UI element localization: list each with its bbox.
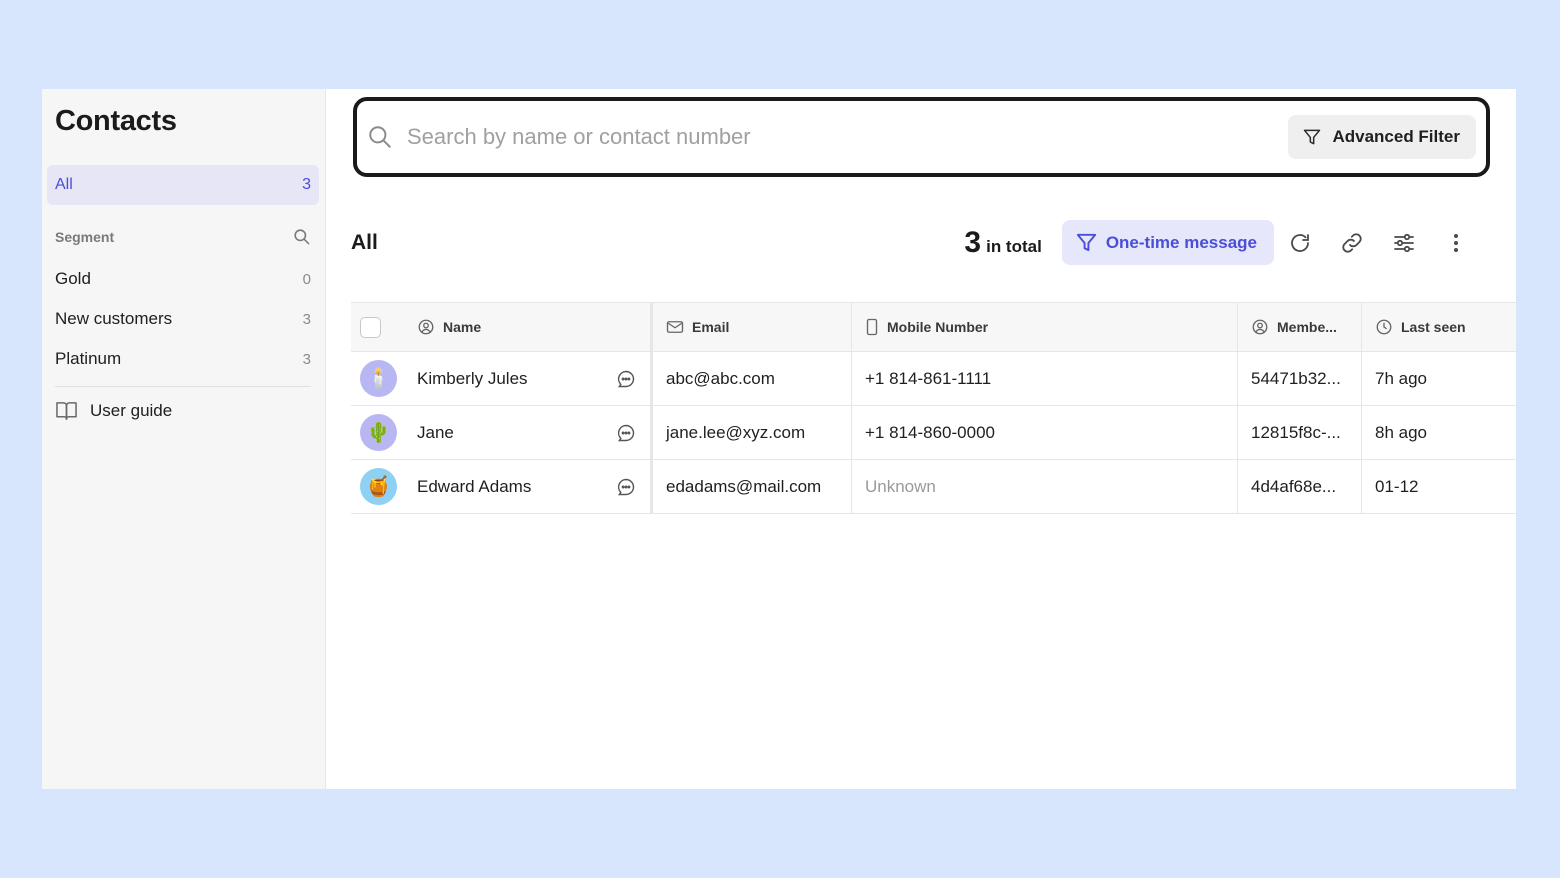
search-bar: Advanced Filter <box>353 97 1490 177</box>
segment-label: Platinum <box>55 349 122 368</box>
segment-label: Gold <box>55 269 91 288</box>
cell-member: 54471b32... <box>1238 352 1362 405</box>
contact-name[interactable]: Jane <box>417 423 616 443</box>
total-number: 3 <box>964 225 982 259</box>
header-last-seen: Last seen <box>1362 303 1516 351</box>
contact-name[interactable]: Kimberly Jules <box>417 369 616 389</box>
sidebar-item-gold[interactable]: Gold 0 <box>55 259 311 299</box>
header-name: Name <box>351 303 653 351</box>
more-options-button[interactable] <box>1430 221 1482 265</box>
table-row[interactable]: 🕯️ Kimberly Jules abc@abc.com +1 814-861… <box>351 352 1516 406</box>
total-count: 3 in total <box>964 226 1041 260</box>
sidebar-divider <box>55 386 311 387</box>
table-row[interactable]: 🍯 Edward Adams edadams@mail.com Unknown … <box>351 460 1516 514</box>
more-vertical-icon <box>1454 233 1458 252</box>
mail-icon <box>666 321 684 333</box>
cell-mobile: +1 814-860-0000 <box>852 406 1238 459</box>
cell-mobile: Unknown <box>852 460 1238 513</box>
contact-name[interactable]: Edward Adams <box>417 477 616 497</box>
header-label: Last seen <box>1401 319 1466 335</box>
search-icon <box>369 126 391 148</box>
segment-count: 3 <box>302 310 311 328</box>
cell-last-seen: 7h ago <box>1375 368 1427 388</box>
select-all-checkbox[interactable] <box>360 316 381 338</box>
refresh-icon <box>1291 233 1309 252</box>
table-header-row: Name Email Mobile Number Membe... Last s… <box>351 302 1516 352</box>
one-time-message-label: One-time message <box>1105 232 1257 252</box>
segment-count: 0 <box>302 270 311 288</box>
header-mobile: Mobile Number <box>852 303 1238 351</box>
sidebar-item-platinum[interactable]: Platinum 3 <box>55 339 311 379</box>
cell-mobile: +1 814-861-1111 <box>852 352 1238 405</box>
sidebar-item-all[interactable]: All 3 <box>47 165 319 205</box>
clock-icon <box>1376 319 1392 335</box>
user-guide-link[interactable]: User guide <box>55 400 172 421</box>
one-time-message-button[interactable]: One-time message <box>1061 220 1274 265</box>
cell-last-seen: 8h ago <box>1375 422 1427 442</box>
cell-last-seen: 01-12 <box>1375 476 1419 496</box>
contacts-table: Name Email Mobile Number Membe... Last s… <box>351 302 1516 514</box>
total-label: in total <box>986 236 1042 256</box>
search-icon[interactable] <box>292 227 311 246</box>
book-icon <box>56 402 77 420</box>
cell-name: 🍯 Edward Adams <box>351 460 653 513</box>
segment-header: Segment <box>55 227 311 246</box>
user-circle-icon <box>1252 319 1268 335</box>
refresh-button[interactable] <box>1274 221 1326 265</box>
sliders-icon <box>1394 233 1414 252</box>
main-panel: Advanced Filter All 3 in total One-time … <box>326 89 1516 789</box>
header-label: Email <box>692 319 730 335</box>
sidebar-item-new-customers[interactable]: New customers 3 <box>55 299 311 339</box>
advanced-filter-button[interactable]: Advanced Filter <box>1288 115 1476 159</box>
segment-heading: Segment <box>55 228 115 245</box>
user-guide-label: User guide <box>90 400 173 420</box>
sidebar-title: Contacts <box>55 105 177 137</box>
contacts-app: Contacts All 3 Segment Gold 0 New custom… <box>42 89 1516 789</box>
chat-icon[interactable] <box>616 369 636 389</box>
list-toolbar: All 3 in total One-time message <box>351 220 1482 265</box>
sidebar-item-label: All <box>55 176 73 193</box>
sidebar-item-count: 3 <box>302 176 311 193</box>
filter-icon <box>1076 233 1096 252</box>
advanced-filter-label: Advanced Filter <box>1332 127 1460 146</box>
header-email: Email <box>653 303 852 351</box>
header-label: Name <box>443 319 482 335</box>
cell-email: jane.lee@xyz.com <box>653 406 852 459</box>
table-row[interactable]: 🌵 Jane jane.lee@xyz.com +1 814-860-0000 … <box>351 406 1516 460</box>
chat-icon[interactable] <box>616 423 636 443</box>
copy-link-button[interactable] <box>1326 221 1378 265</box>
segment-label: New customers <box>55 309 173 328</box>
header-label: Mobile Number <box>887 319 989 335</box>
column-settings-button[interactable] <box>1378 221 1430 265</box>
cell-name: 🕯️ Kimberly Jules <box>351 352 653 405</box>
avatar: 🌵 <box>360 414 397 451</box>
cell-name: 🌵 Jane <box>351 406 653 459</box>
phone-icon <box>866 318 878 336</box>
list-title: All <box>351 230 378 254</box>
avatar: 🕯️ <box>360 360 397 397</box>
segment-list: Gold 0 New customers 3 Platinum 3 <box>55 259 311 379</box>
segment-count: 3 <box>302 350 311 368</box>
filter-icon <box>1304 129 1321 145</box>
chat-icon[interactable] <box>616 477 636 497</box>
search-input[interactable] <box>407 117 1289 157</box>
cell-email: edadams@mail.com <box>653 460 852 513</box>
cell-email: abc@abc.com <box>653 352 852 405</box>
avatar: 🍯 <box>360 468 397 505</box>
cell-member: 12815f8c-... <box>1238 406 1362 459</box>
header-label: Membe... <box>1277 319 1337 335</box>
user-circle-icon <box>418 319 434 335</box>
header-member: Membe... <box>1238 303 1362 351</box>
sidebar: Contacts All 3 Segment Gold 0 New custom… <box>42 89 326 789</box>
cell-member: 4d4af68e... <box>1238 460 1362 513</box>
link-icon <box>1342 232 1362 253</box>
